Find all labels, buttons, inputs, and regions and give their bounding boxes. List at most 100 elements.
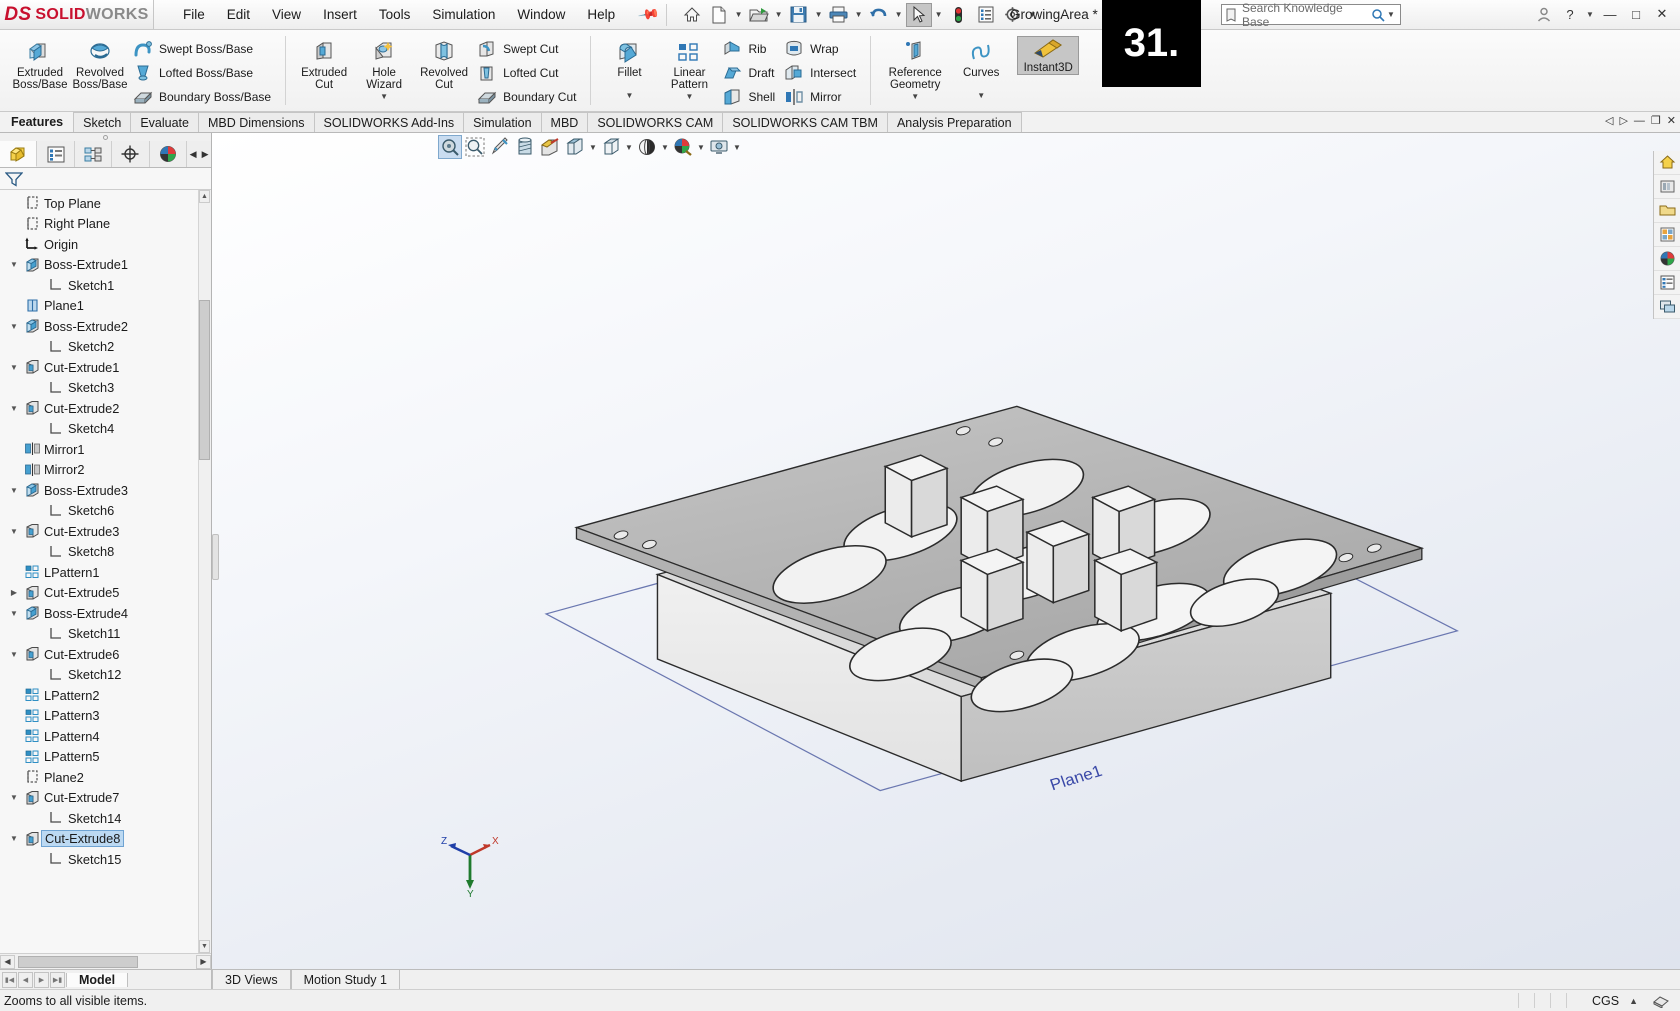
lofted-boss-base-button[interactable]: Lofted Boss/Base bbox=[130, 61, 277, 85]
menu-item-simulation[interactable]: Simulation bbox=[421, 3, 506, 26]
tree-item-sketch14[interactable]: Sketch14 bbox=[0, 808, 211, 829]
graphics-viewport[interactable]: ▼ ▼ ▼ ▼ ▼ Plane1 X Y Z bbox=[212, 133, 1680, 969]
display-style-button[interactable] bbox=[563, 135, 587, 159]
tree-item-lpattern5[interactable]: LPattern5 bbox=[0, 747, 211, 768]
options-list-icon[interactable] bbox=[973, 3, 999, 27]
curves-dropdown-caret[interactable]: ▼ bbox=[977, 91, 985, 100]
menu-item-view[interactable]: View bbox=[261, 3, 312, 26]
revolved-cut-button[interactable]: Revolved Cut bbox=[414, 33, 474, 91]
tree-item-lpattern2[interactable]: LPattern2 bbox=[0, 685, 211, 706]
view-palette-icon[interactable] bbox=[1654, 223, 1680, 247]
design-library-icon[interactable] bbox=[1654, 175, 1680, 199]
bottom-tab-model[interactable]: Model bbox=[66, 972, 129, 987]
model-3d-view[interactable]: Plane1 bbox=[212, 133, 1680, 969]
tree-horizontal-scrollbar[interactable]: ◀ ▶ bbox=[0, 953, 211, 969]
vscroll-up-arrow[interactable]: ▲ bbox=[199, 190, 210, 203]
select-cursor-icon[interactable] bbox=[905, 2, 932, 27]
bottom-tab-3d-views[interactable]: 3D Views bbox=[212, 970, 291, 989]
view-palette-home-icon[interactable] bbox=[1654, 151, 1680, 175]
undo-caret[interactable]: ▼ bbox=[893, 10, 905, 19]
rebuild-icon[interactable] bbox=[946, 3, 972, 27]
account-person-icon[interactable] bbox=[1532, 3, 1556, 25]
tree-item-sketch6[interactable]: Sketch6 bbox=[0, 501, 211, 522]
maximize-button[interactable]: □ bbox=[1624, 3, 1648, 25]
hole-wizard-button[interactable]: Hole Wizard ▼ bbox=[354, 33, 414, 101]
save-icon[interactable] bbox=[786, 3, 812, 27]
fm-collapse-left-icon[interactable]: ◀ bbox=[187, 149, 199, 160]
first-icon[interactable]: ▮◀ bbox=[2, 971, 17, 988]
tree-item-origin[interactable]: Origin bbox=[0, 234, 211, 255]
linear-pattern-button[interactable]: Linear Pattern ▼ bbox=[659, 33, 719, 101]
tab-features[interactable]: Features bbox=[0, 112, 75, 132]
solidworks-logo[interactable]: DS SOLID WORKS bbox=[0, 0, 154, 29]
hscroll-track[interactable] bbox=[16, 955, 195, 968]
tree-item-sketch12[interactable]: Sketch12 bbox=[0, 665, 211, 686]
tab-evaluate[interactable]: Evaluate bbox=[130, 112, 199, 132]
rib-button[interactable]: Rib bbox=[719, 37, 781, 61]
last-icon[interactable]: ▶▮ bbox=[50, 971, 65, 988]
zoom-to-fit-button[interactable] bbox=[438, 135, 462, 159]
tree-item-right plane[interactable]: Right Plane bbox=[0, 214, 211, 235]
tree-item-cut-extrude8[interactable]: ▼ Cut-Extrude8 bbox=[0, 829, 211, 850]
menu-item-tools[interactable]: Tools bbox=[368, 3, 422, 26]
reference-geometry-button[interactable]: Reference Geometry ▼ bbox=[879, 33, 951, 101]
hscroll-left-arrow[interactable]: ◀ bbox=[0, 954, 15, 969]
zoom-to-area-button[interactable] bbox=[463, 135, 487, 159]
tree-item-cut-extrude3[interactable]: ▼ Cut-Extrude3 bbox=[0, 521, 211, 542]
tree-item-top plane[interactable]: Top Plane bbox=[0, 193, 211, 214]
tree-item-lpattern1[interactable]: LPattern1 bbox=[0, 562, 211, 583]
tree-item-sketch11[interactable]: Sketch11 bbox=[0, 624, 211, 645]
panel-drag-handle[interactable] bbox=[0, 133, 211, 141]
tab-mbd-dimensions[interactable]: MBD Dimensions bbox=[197, 112, 315, 132]
property-manager-tab[interactable] bbox=[37, 141, 75, 167]
tree-item-mirror1[interactable]: Mirror1 bbox=[0, 439, 211, 460]
lofted-cut-button[interactable]: Lofted Cut bbox=[474, 61, 582, 85]
display-manager-tab[interactable] bbox=[150, 141, 188, 167]
tree-twisty-down-icon[interactable]: ▼ bbox=[6, 650, 22, 659]
feature-tree-tab[interactable] bbox=[0, 141, 38, 167]
doc-restore-icon[interactable]: ❐ bbox=[1651, 114, 1661, 127]
doc-minimize-icon[interactable]: — bbox=[1634, 115, 1645, 127]
tab-analysis-preparation[interactable]: Analysis Preparation bbox=[886, 112, 1022, 132]
linear-pattern-dropdown-caret[interactable]: ▼ bbox=[686, 92, 694, 101]
hscroll-thumb[interactable] bbox=[18, 955, 138, 968]
doc-close-icon[interactable]: ✕ bbox=[1667, 114, 1676, 127]
extruded-boss-base-button[interactable]: Extruded Boss/Base bbox=[10, 33, 70, 91]
panel-splitter[interactable] bbox=[212, 534, 219, 581]
view-settings-button[interactable] bbox=[707, 135, 731, 159]
hscroll-right-arrow[interactable]: ▶ bbox=[196, 954, 211, 969]
tree-twisty-down-icon[interactable]: ▼ bbox=[6, 609, 22, 618]
home-icon[interactable] bbox=[679, 3, 705, 27]
tab-solidworks-cam-tbm[interactable]: SOLIDWORKS CAM TBM bbox=[722, 112, 888, 132]
tab-mbd[interactable]: MBD bbox=[540, 112, 589, 132]
scene-caret[interactable]: ▼ bbox=[696, 143, 706, 152]
boundary-cut-button[interactable]: Boundary Cut bbox=[474, 85, 582, 109]
save-caret[interactable]: ▼ bbox=[813, 10, 825, 19]
apply-scene-button[interactable] bbox=[671, 135, 695, 159]
help-button[interactable]: ? bbox=[1558, 3, 1582, 25]
fm-collapse-right-icon[interactable]: ▶ bbox=[199, 149, 211, 160]
help-caret[interactable]: ▼ bbox=[1584, 10, 1596, 19]
tree-twisty-down-icon[interactable]: ▼ bbox=[6, 322, 22, 331]
tree-item-sketch2[interactable]: Sketch2 bbox=[0, 337, 211, 358]
minimize-button[interactable]: — bbox=[1598, 3, 1622, 25]
tree-twisty-down-icon[interactable]: ▼ bbox=[6, 363, 22, 372]
fillet-button[interactable]: Fillet ▼ bbox=[599, 33, 659, 100]
tree-twisty-right-icon[interactable]: ▶ bbox=[6, 588, 22, 597]
menu-item-insert[interactable]: Insert bbox=[312, 3, 368, 26]
tree-item-lpattern4[interactable]: LPattern4 bbox=[0, 726, 211, 747]
edit-appearance-button[interactable] bbox=[635, 135, 659, 159]
tree-item-cut-extrude2[interactable]: ▼ Cut-Extrude2 bbox=[0, 398, 211, 419]
tree-twisty-down-icon[interactable]: ▼ bbox=[6, 486, 22, 495]
new-document-caret[interactable]: ▼ bbox=[733, 10, 745, 19]
feature-tree[interactable]: Top Plane Right Plane Origin ▼ Boss-Extrude1… bbox=[0, 190, 211, 953]
tree-item-boss-extrude4[interactable]: ▼ Boss-Extrude4 bbox=[0, 603, 211, 624]
undo-icon[interactable] bbox=[866, 3, 892, 27]
tree-item-cut-extrude6[interactable]: ▼ Cut-Extrude6 bbox=[0, 644, 211, 665]
view-settings-caret[interactable]: ▼ bbox=[732, 143, 742, 152]
menu-item-file[interactable]: File bbox=[172, 3, 216, 26]
configuration-manager-tab[interactable] bbox=[75, 141, 113, 167]
boundary-boss-base-button[interactable]: Boundary Boss/Base bbox=[130, 85, 277, 109]
search-knowledge-base[interactable]: Search Knowledge Base ▼ bbox=[1221, 1, 1401, 29]
tree-twisty-down-icon[interactable]: ▼ bbox=[6, 260, 22, 269]
